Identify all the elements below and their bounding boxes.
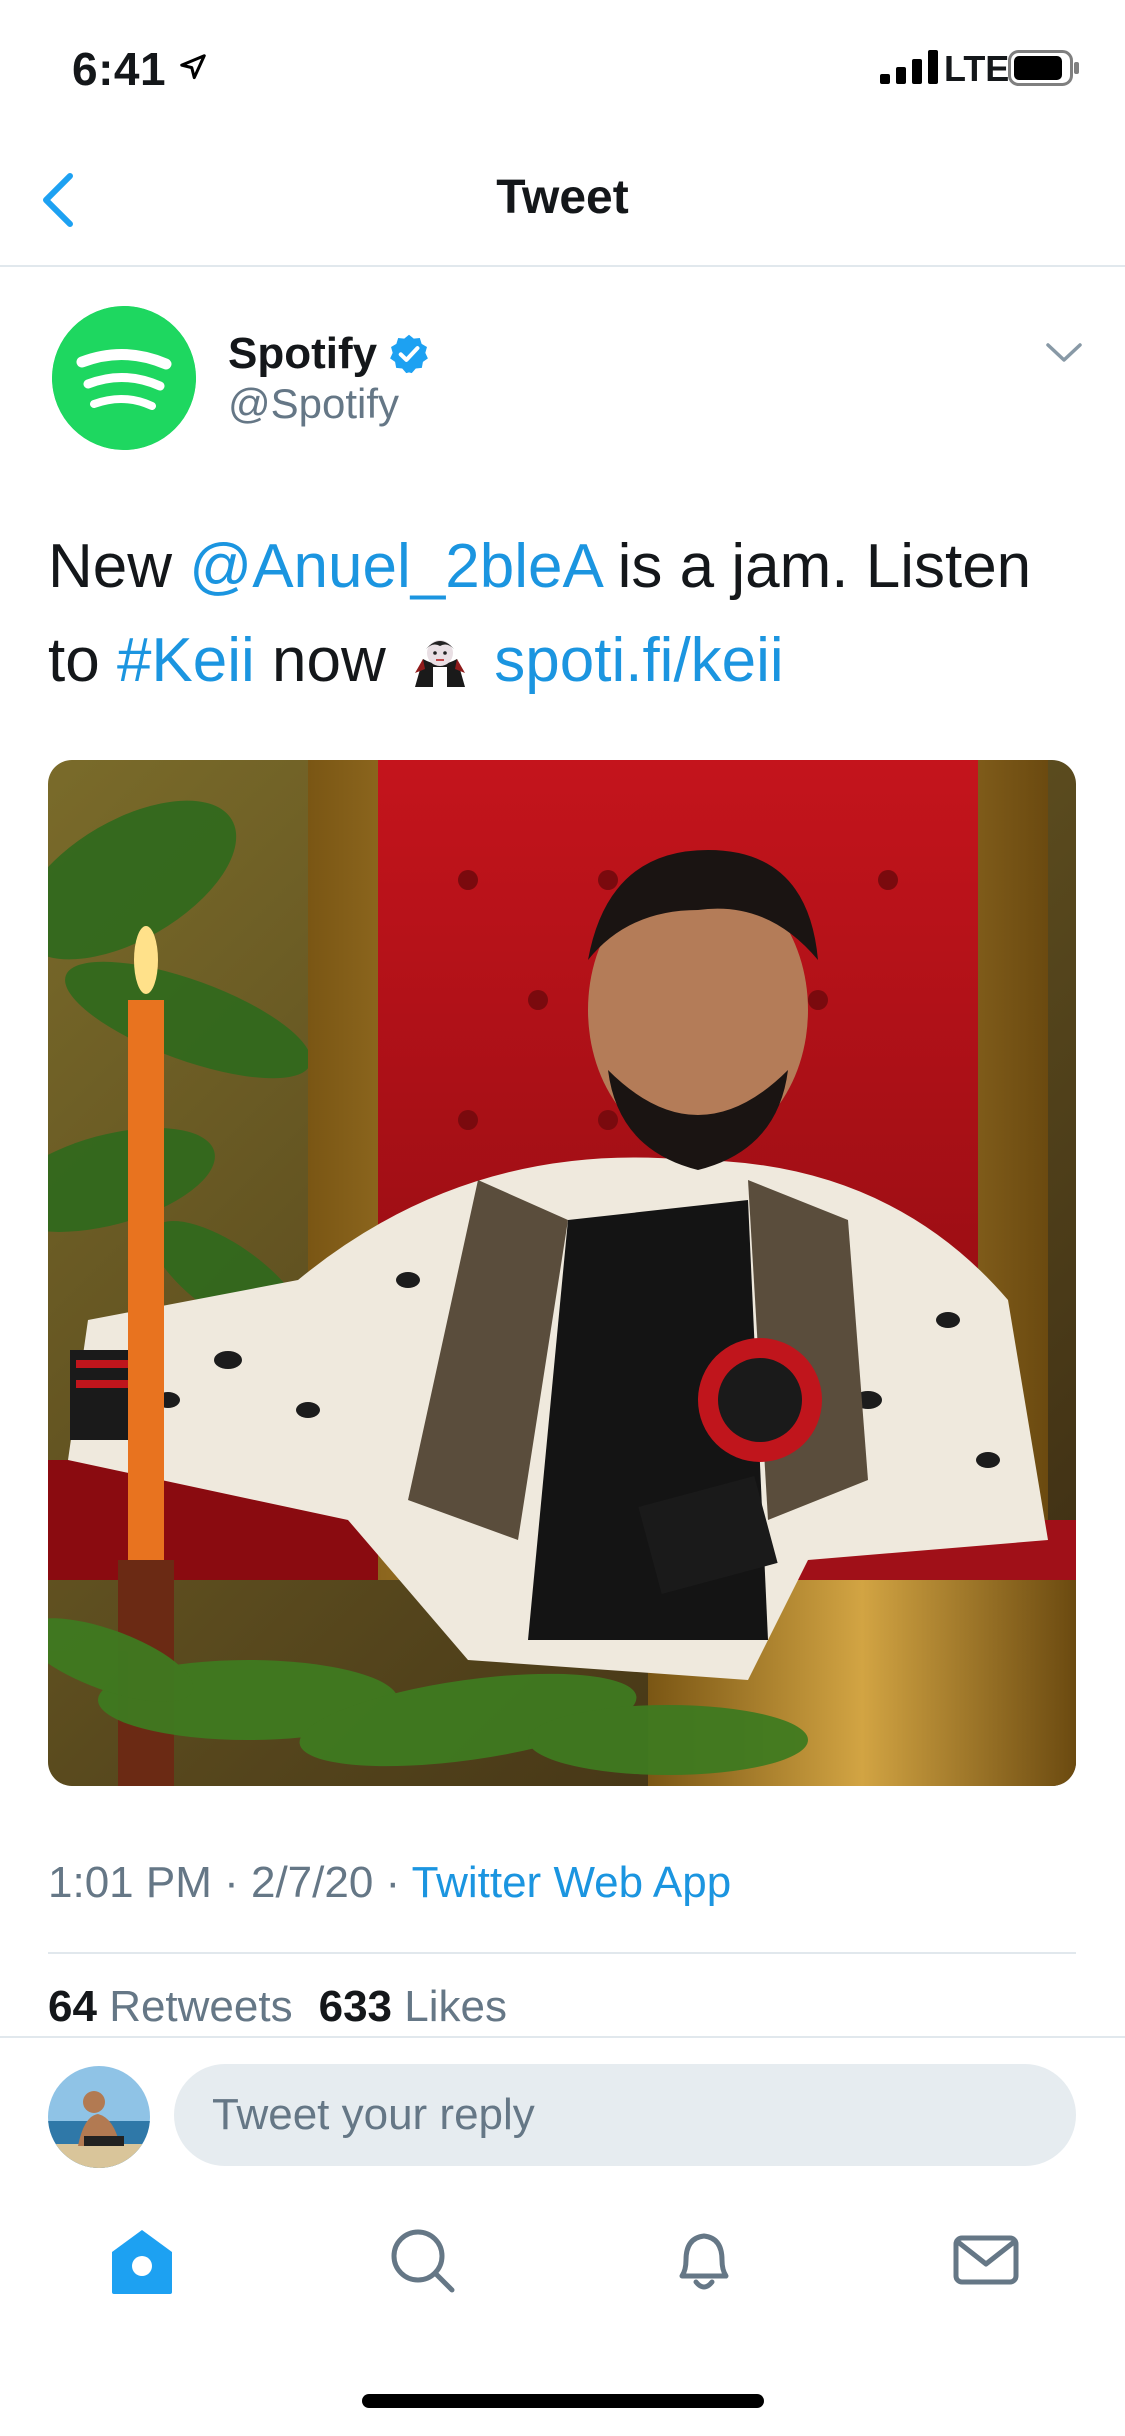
tweet-stats: 64 Retweets 633 Likes — [48, 1982, 507, 2032]
tweet-date: 2/7/20 — [250, 1858, 374, 1907]
divider — [48, 1952, 1076, 1954]
retweets-count: 64 — [48, 1982, 97, 2031]
tweet-photo[interactable] — [48, 760, 1076, 1786]
hashtag-link[interactable]: #Keii — [117, 626, 255, 695]
tweet-time: 1:01 PM — [48, 1858, 212, 1907]
status-time: 6:41 — [72, 43, 167, 95]
author-name-row[interactable]: Spotify — [228, 326, 431, 382]
home-icon[interactable] — [102, 2220, 182, 2300]
url-link[interactable]: spoti.fi/keii — [494, 626, 783, 695]
meta-separator: · — [373, 1858, 412, 1907]
author-handle[interactable]: @Spotify — [228, 380, 399, 428]
page-title: Tweet — [496, 171, 629, 224]
tweet-text-part: now — [254, 626, 386, 695]
tweet-photo-image — [48, 760, 1076, 1786]
reply-bar — [0, 2036, 1125, 2168]
meta-separator: · — [211, 1858, 251, 1907]
verified-badge-icon — [390, 334, 428, 374]
tweet-source-link[interactable]: Twitter Web App — [412, 1858, 732, 1907]
reply-input[interactable] — [174, 2064, 1076, 2166]
retweets-label: Retweets — [109, 1982, 293, 2031]
nav-bar: Tweet — [0, 140, 1125, 267]
spotify-logo-icon — [52, 306, 196, 450]
status-bar: 6:41 LTE — [0, 0, 1125, 140]
retweets-stat[interactable]: 64 Retweets — [48, 1982, 293, 2031]
location-arrow-icon — [180, 54, 206, 80]
likes-stat[interactable]: 633 Likes — [319, 1982, 507, 2031]
notifications-icon[interactable] — [664, 2220, 744, 2300]
user-avatar[interactable] — [48, 2066, 150, 2168]
tweet-text-part: New — [48, 532, 190, 601]
author-avatar[interactable] — [52, 306, 196, 450]
author-name[interactable]: Spotify — [228, 329, 377, 379]
likes-count: 633 — [318, 1982, 393, 2031]
mention-link[interactable]: @Anuel_2bleA — [189, 532, 600, 601]
tweet-text: New @Anuel_2bleA is a jam. Listen to #Ke… — [48, 520, 1078, 708]
network-type: LTE — [944, 48, 1010, 89]
user-avatar-image — [48, 2066, 150, 2168]
home-indicator[interactable] — [362, 2394, 764, 2408]
vampire-emoji-icon — [415, 640, 466, 687]
chevron-down-icon[interactable] — [1042, 336, 1086, 368]
battery-icon — [1008, 50, 1079, 86]
search-icon[interactable] — [382, 2220, 462, 2300]
likes-label: Likes — [404, 1982, 507, 2031]
messages-icon[interactable] — [946, 2220, 1026, 2300]
tweet-meta: 1:01 PM · 2/7/20 · Twitter Web App — [48, 1858, 731, 1908]
tab-bar — [0, 2200, 1125, 2320]
cellular-signal-icon — [880, 50, 938, 84]
